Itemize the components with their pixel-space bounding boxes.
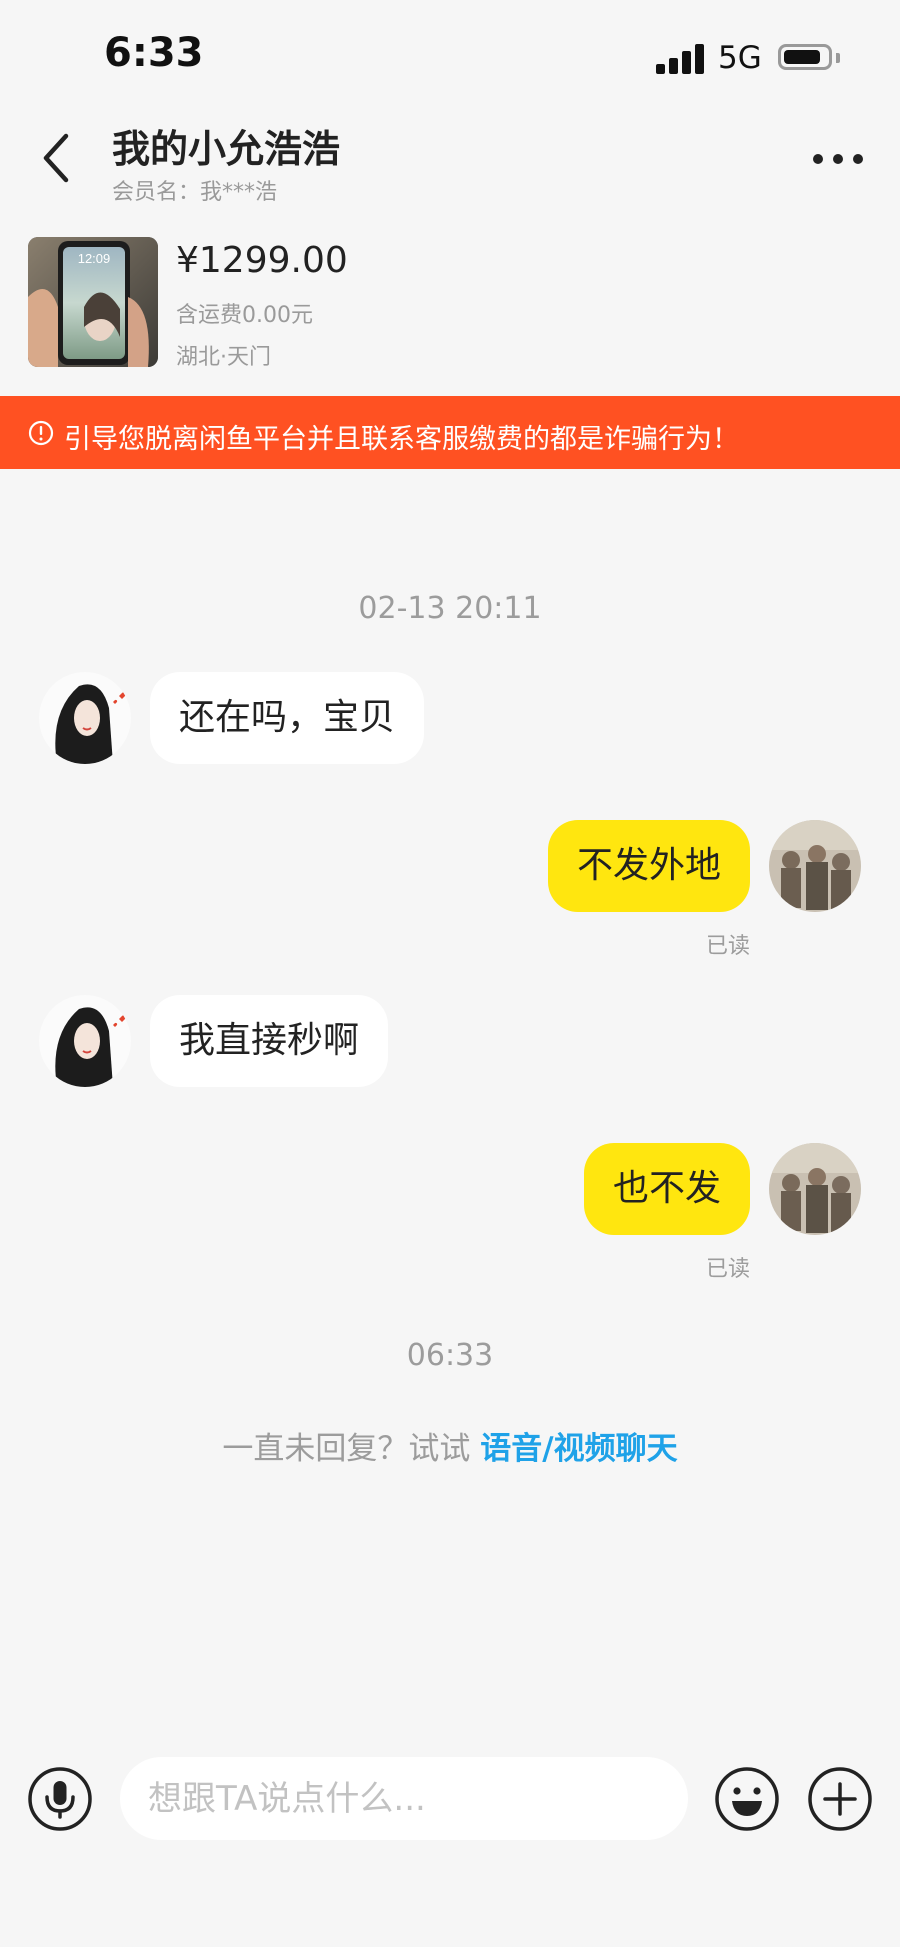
- product-location: 湖北·天门: [176, 345, 271, 370]
- network-type: 5G: [718, 40, 762, 76]
- cellular-signal-icon: [656, 44, 706, 74]
- message-input[interactable]: [120, 1757, 688, 1840]
- shipping-fee: 含运费0.00元: [176, 303, 313, 328]
- chat-timestamp: 02-13 20:11: [358, 591, 542, 626]
- no-reply-prompt-text: 一直未回复？试试: [222, 1431, 481, 1467]
- product-price: ¥1299.00: [176, 240, 348, 281]
- my-avatar[interactable]: [769, 1143, 861, 1235]
- read-status: 已读: [705, 934, 750, 959]
- chat-timestamp: 06:33: [406, 1338, 494, 1373]
- avatar[interactable]: [39, 995, 131, 1087]
- more-icon[interactable]: [812, 144, 864, 174]
- emoji-icon[interactable]: [714, 1766, 780, 1832]
- message-bubble-incoming[interactable]: 还在吗，宝贝: [150, 672, 425, 764]
- avatar[interactable]: [39, 672, 131, 764]
- plus-icon[interactable]: [807, 1766, 873, 1832]
- product-thumbnail[interactable]: 12:09: [28, 237, 158, 367]
- member-name: 会员名：我***浩: [112, 180, 278, 205]
- voice-video-chat-link[interactable]: 语音/视频聊天: [480, 1431, 677, 1467]
- my-avatar[interactable]: [769, 820, 861, 912]
- battery-icon: [778, 44, 832, 70]
- alert-circle-icon: [28, 420, 54, 446]
- message-bubble-outgoing[interactable]: 也不发: [583, 1143, 750, 1235]
- message-bubble-outgoing[interactable]: 不发外地: [547, 820, 750, 912]
- read-status: 已读: [705, 1257, 750, 1282]
- microphone-icon[interactable]: [27, 1766, 93, 1832]
- message-bubble-incoming[interactable]: 我直接秒啊: [150, 995, 389, 1087]
- thumbnail-time: 12:09: [78, 251, 111, 266]
- status-time: 6:33: [104, 30, 204, 76]
- fraud-warning-text: 引导您脱离闲鱼平台并且联系客服缴费的都是诈骗行为！: [64, 424, 739, 455]
- no-reply-prompt: 一直未回复？试试 语音/视频聊天: [0, 1423, 900, 1468]
- chat-title: 我的小允浩浩: [112, 127, 341, 171]
- back-icon[interactable]: [34, 130, 80, 186]
- battery-cap: [836, 53, 840, 63]
